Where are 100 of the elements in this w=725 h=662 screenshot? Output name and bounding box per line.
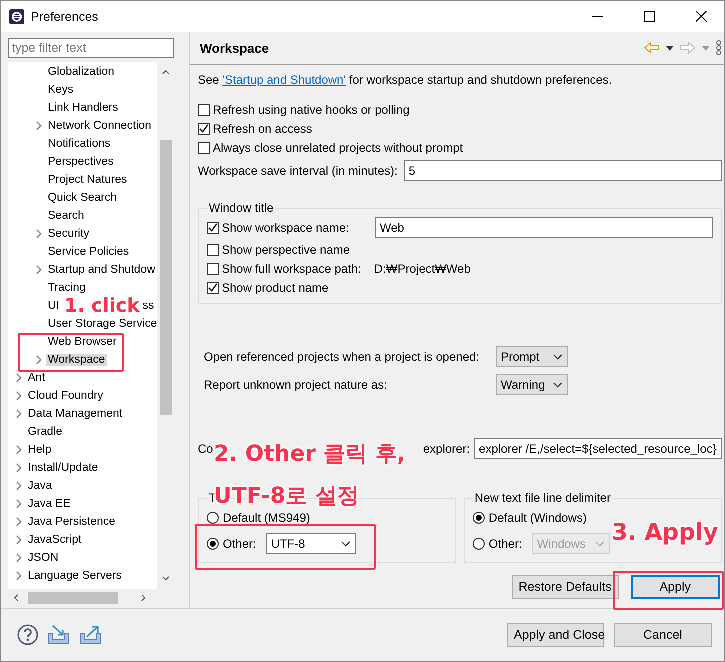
close-icon[interactable] [696, 11, 706, 22]
nature-dropdown[interactable]: Warning [496, 374, 568, 395]
tree-item[interactable]: Web Browser [46, 336, 119, 348]
export-icon[interactable] [79, 624, 103, 646]
tree-item[interactable]: Perspectives [46, 156, 116, 168]
tree-item[interactable]: Java EE [26, 498, 73, 510]
tree-item[interactable]: Help [26, 444, 54, 456]
tree-item[interactable]: Network Connection [46, 120, 154, 132]
tree-item[interactable]: Search [46, 210, 86, 222]
tree-item[interactable]: Tracing [46, 282, 88, 294]
radio-button[interactable] [207, 512, 219, 524]
field-label: Report unknown project nature as: [204, 378, 388, 392]
checkbox-label: Show full workspace path: [222, 262, 362, 276]
tree-item[interactable]: Security [46, 228, 92, 240]
checkbox[interactable] [207, 263, 219, 275]
checkbox-label: Show perspective name [222, 243, 350, 257]
startup-link[interactable]: 'Startup and Shutdown' [222, 73, 346, 87]
chevron-icon[interactable] [35, 229, 43, 239]
radio-label: Default (MS949) [223, 511, 310, 525]
caret-icon[interactable] [666, 46, 674, 50]
tree-item[interactable]: Link Handlers [46, 102, 120, 114]
maximize-icon[interactable] [644, 11, 654, 22]
import-icon[interactable] [47, 624, 71, 646]
chevron-icon[interactable] [35, 265, 43, 275]
scroll-right-icon[interactable] [140, 594, 148, 602]
tree-item[interactable]: Cloud Foundry [26, 390, 106, 402]
caret-icon [553, 354, 563, 360]
back-arrow-icon[interactable] [644, 42, 660, 54]
command-field[interactable]: explorer /E,/select=${selected_resource_loc} [474, 438, 722, 459]
field-label: explorer: [423, 442, 470, 456]
group-title: T [208, 491, 216, 505]
group-title: New text file line delimiter [474, 491, 612, 505]
tree-item[interactable]: Quick Search [46, 192, 120, 204]
radio-label: Default (Windows) [488, 511, 587, 525]
tree-item[interactable]: UI [46, 300, 62, 312]
checkbox-label: Always close unrelated projects without prompt [213, 141, 464, 155]
checkbox[interactable] [198, 104, 210, 116]
tree-item[interactable]: Workspace [46, 354, 108, 366]
tree-item[interactable]: Ant [26, 372, 48, 384]
more-icon[interactable] [716, 40, 722, 56]
tree-item[interactable]: User Storage Service [46, 318, 157, 330]
tree-item[interactable]: Project Natures [46, 174, 130, 186]
checkbox[interactable] [207, 244, 219, 256]
tree-item[interactable]: Java Persistence [26, 516, 118, 528]
annotation-text: 2. Other 클릭 후, [214, 444, 406, 466]
radio-button[interactable] [472, 538, 485, 550]
checkbox-label: Show workspace name: [222, 220, 350, 234]
checkbox-label: Refresh using native hooks or polling [213, 103, 410, 117]
workspace-name-field[interactable]: Web [375, 217, 713, 238]
radio-button[interactable] [207, 538, 219, 550]
radio-label: Other: [223, 536, 256, 550]
group-title: Window title [208, 201, 275, 215]
tree-item[interactable]: Service Policies [46, 246, 132, 258]
checkbox-label: Refresh on access [213, 122, 312, 136]
caret-icon [553, 382, 563, 388]
caret-icon [595, 540, 606, 546]
tree-item[interactable]: JavaScript [26, 534, 84, 546]
tree-item[interactable]: Install/Update [26, 462, 100, 474]
tree-item[interactable]: Globalization [46, 66, 116, 78]
apply-button[interactable]: Apply [630, 575, 720, 599]
app-icon [9, 8, 25, 24]
field-label: Workspace save interval (in minutes): [198, 164, 398, 178]
tree-item[interactable]: Language Servers [26, 570, 124, 582]
filter-field[interactable]: type filter text [8, 38, 174, 58]
radio-button[interactable] [472, 512, 485, 524]
tree-item[interactable]: ss [142, 300, 154, 312]
encoding-dropdown[interactable]: UTF-8 [266, 533, 356, 554]
chevron-icon[interactable] [35, 121, 43, 131]
tree-item[interactable]: Gradle [26, 426, 65, 438]
checkbox[interactable] [198, 123, 210, 135]
help-icon[interactable] [17, 624, 39, 646]
interval-field[interactable]: 5 [404, 160, 722, 181]
scroll-up-icon[interactable] [162, 68, 170, 76]
tree-item[interactable]: Notifications [46, 138, 113, 150]
annotation-text: 3. Apply [612, 522, 718, 545]
field-label: Co [198, 442, 214, 456]
chevron-icon[interactable] [35, 355, 43, 365]
scroll-down-icon[interactable] [162, 575, 170, 583]
tree-item[interactable]: Java [26, 480, 54, 492]
radio-label: Other: [488, 536, 522, 550]
workspace-path: D:₩Project₩Web [374, 262, 471, 276]
tree-item[interactable]: Keys [46, 84, 76, 96]
scroll-left-icon[interactable] [12, 594, 20, 602]
prompt-dropdown[interactable]: Prompt [496, 346, 568, 367]
forward-arrow-icon[interactable] [680, 42, 696, 54]
intro-text: See 'Startup and Shutdown' for workspace startup and shutdown preferences. [198, 73, 614, 87]
page-title: Workspace [200, 40, 270, 56]
tree-item[interactable]: Data Management [26, 408, 125, 420]
annotation-text: UTF-8로 설정 [214, 486, 360, 508]
checkbox[interactable] [207, 222, 219, 234]
checkbox[interactable] [198, 142, 210, 154]
tree-item[interactable]: JSON [26, 552, 61, 564]
annotation-text: 1. click [64, 297, 140, 315]
cancel-button[interactable]: Cancel [614, 623, 712, 647]
tree-item[interactable]: Startup and Shutdow [46, 264, 157, 276]
apply-and-close-button[interactable]: Apply and Close [507, 623, 604, 647]
caret-icon [341, 540, 352, 546]
window-title: Preferences [31, 10, 100, 24]
restore-defaults-button[interactable]: Restore Defaults [512, 575, 619, 599]
checkbox[interactable] [207, 282, 219, 294]
